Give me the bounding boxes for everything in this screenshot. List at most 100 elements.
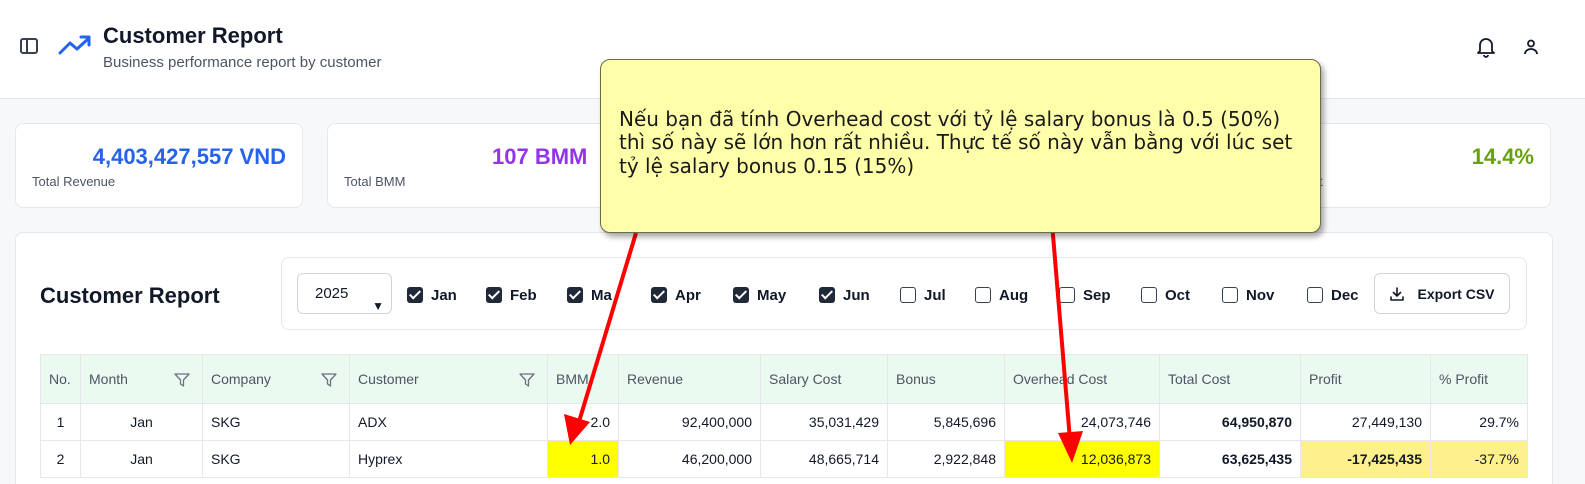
cell-company: SKG [202,403,350,441]
cell-no: 1 [40,403,81,441]
cell-bmm: 2.0 [547,403,619,441]
cell-customer: Hyprex [349,440,548,478]
month-checkbox-jun[interactable]: Jun [819,285,870,305]
checkbox-icon[interactable] [567,287,583,303]
cell-total-cost: 63,625,435 [1159,440,1301,478]
checkbox-icon[interactable] [407,287,423,303]
month-checkbox-oct[interactable]: Oct [1141,285,1190,305]
total-revenue-label: Total Revenue [32,174,116,189]
month-checkbox-sep[interactable]: Sep [1059,285,1111,305]
cell-total-cost: 64,950,870 [1159,403,1301,441]
month-checkbox-may[interactable]: May [733,285,786,305]
month-label: Jul [924,286,946,304]
total-bmm-label: Total BMM [344,174,406,189]
cell-company: SKG [202,440,350,478]
column-header-company[interactable]: Company [202,354,350,404]
cell-customer: ADX [349,403,548,441]
table-row[interactable]: 2 Jan SKG Hyprex 1.0 46,200,000 48,665,7… [40,440,1528,478]
month-checkbox-aug[interactable]: Aug [975,285,1028,305]
user-icon[interactable] [1522,38,1540,56]
filter-icon[interactable] [519,373,535,387]
year-select[interactable]: 2025 ▼ [297,273,392,314]
month-label: Apr [675,286,701,304]
year-select-value: 2025 [315,285,349,302]
cell-bonus: 2,922,848 [887,440,1005,478]
checkbox-icon[interactable] [486,287,502,303]
month-label: Sep [1083,286,1111,304]
table-header-row: No. Month Company Customer BMM Revenue S… [40,354,1528,404]
month-label: Jun [843,286,870,304]
page-subtitle: Business performance report by customer [103,54,382,71]
total-bmm-card: 107 BMM Total BMM [327,123,627,208]
cell-salary-cost: 35,031,429 [760,403,888,441]
total-revenue-card: 4,403,427,557 VND Total Revenue [15,123,303,208]
column-header-label: Company [211,371,271,387]
total-revenue-value: 4,403,427,557 VND [92,144,286,169]
sidebar-toggle-icon[interactable] [20,38,38,54]
export-csv-button[interactable]: Export CSV [1374,273,1510,314]
month-checkbox-nov[interactable]: Nov [1222,285,1274,305]
cell-month: Jan [80,440,203,478]
cell-salary-cost: 48,665,714 [760,440,888,478]
cell-overhead-cost: 24,073,746 [1004,403,1160,441]
cell-profit: 27,449,130 [1300,403,1431,441]
column-header-month[interactable]: Month [80,354,203,404]
checkbox-icon[interactable] [1059,287,1075,303]
cell-month: Jan [80,403,203,441]
column-header-bonus: Bonus [887,354,1005,404]
customer-report-table: No. Month Company Customer BMM Revenue S… [40,354,1528,478]
checkbox-icon[interactable] [975,287,991,303]
cell-percent-profit: 29.7% [1430,403,1528,441]
profit-percent-value: 14.4% [1471,144,1534,169]
column-header-salary-cost: Salary Cost [760,354,888,404]
filter-icon[interactable] [321,373,337,387]
month-label: Nov [1246,286,1275,304]
export-csv-label: Export CSV [1417,285,1495,302]
cell-profit: -17,425,435 [1300,440,1431,478]
column-header-revenue: Revenue [618,354,761,404]
cell-no: 2 [40,440,81,478]
cell-revenue: 46,200,000 [618,440,761,478]
month-label: Dec [1331,286,1359,304]
month-checkbox-mar[interactable]: Ma [567,285,612,305]
page-title: Customer Report [103,23,283,48]
cell-bmm: 1.0 [547,440,619,478]
column-header-customer[interactable]: Customer [349,354,548,404]
month-checkbox-jan[interactable]: Jan [407,285,457,305]
column-header-bmm: BMM [547,354,619,404]
checkbox-icon[interactable] [733,287,749,303]
month-label: Ma [591,286,612,304]
download-icon [1390,286,1405,301]
chevron-down-icon: ▼ [372,299,384,313]
bell-icon[interactable] [1476,36,1496,58]
month-label: Feb [510,286,537,304]
month-label: Aug [999,286,1029,304]
annotation-callout: Nếu bạn đã tính Overhead cost với tỷ lệ … [600,59,1321,233]
checkbox-icon[interactable] [1222,287,1238,303]
cell-bonus: 5,845,696 [887,403,1005,441]
checkbox-icon[interactable] [819,287,835,303]
month-checkbox-apr[interactable]: Apr [651,285,701,305]
column-header-percent-profit: % Profit [1430,354,1528,404]
column-header-label: Month [89,371,128,387]
month-checkbox-dec[interactable]: Dec [1307,285,1359,305]
checkbox-icon[interactable] [651,287,667,303]
checkbox-icon[interactable] [900,287,916,303]
cell-percent-profit: -37.7% [1430,440,1528,478]
checkbox-icon[interactable] [1307,287,1323,303]
month-label: Jan [431,286,457,304]
column-header-profit: Profit [1300,354,1431,404]
cell-revenue: 92,400,000 [618,403,761,441]
month-checkbox-jul[interactable]: Jul [900,285,946,305]
filter-icon[interactable] [174,373,190,387]
cell-overhead-cost: 12,036,873 [1004,440,1160,478]
total-bmm-value: 107 BMM [492,144,588,169]
month-checkbox-feb[interactable]: Feb [486,285,537,305]
checkbox-icon[interactable] [1141,287,1157,303]
column-header-label: Customer [358,371,419,387]
column-header-total-cost: Total Cost [1159,354,1301,404]
column-header-overhead-cost: Overhead Cost [1004,354,1160,404]
table-row[interactable]: 1 Jan SKG ADX 2.0 92,400,000 35,031,429 … [40,403,1528,441]
annotation-callout-text: Nếu bạn đã tính Overhead cost với tỷ lệ … [619,107,1293,178]
month-label: Oct [1165,286,1191,304]
